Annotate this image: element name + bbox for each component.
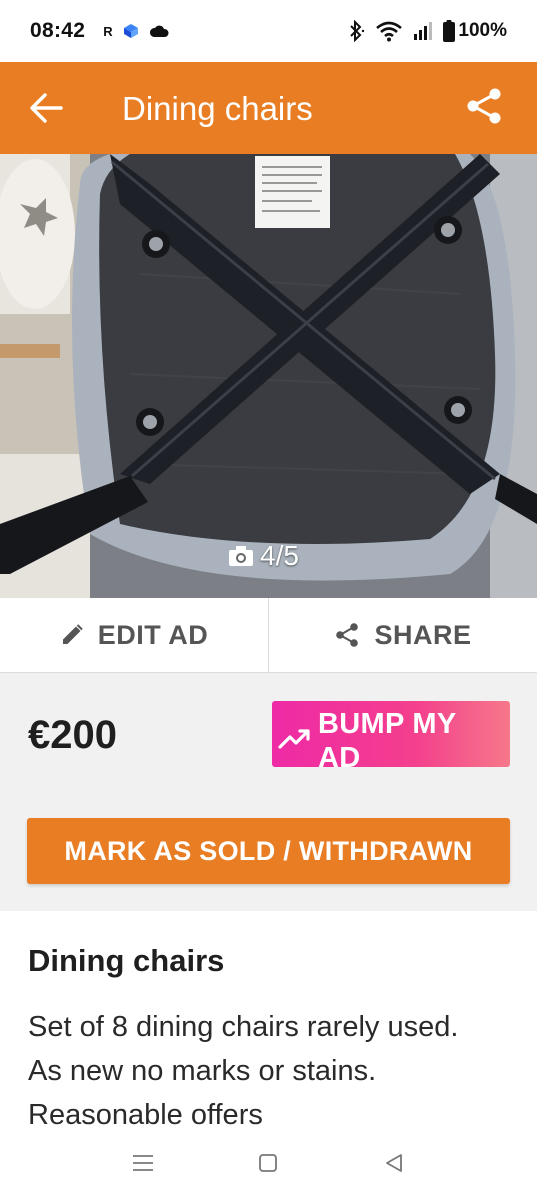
- menu-icon[interactable]: [128, 1148, 158, 1178]
- share-button[interactable]: SHARE: [268, 598, 537, 672]
- chair-underside-image: [0, 154, 537, 598]
- back-icon[interactable]: [379, 1148, 409, 1178]
- system-nav-bar: [0, 1126, 537, 1200]
- blue-cube-icon: [123, 24, 138, 38]
- price-section: €200 BUMP MY AD MARK AS SOLD / WITHDRAWN: [0, 673, 537, 911]
- wifi-icon: [376, 21, 403, 42]
- photo-counter-text: 4/5: [260, 540, 299, 571]
- status-time: 08:42: [30, 19, 86, 42]
- listing-photo[interactable]: 4/5: [0, 154, 537, 598]
- battery-level: 100%: [458, 20, 507, 41]
- share-icon[interactable]: [464, 86, 504, 126]
- edit-ad-button[interactable]: EDIT AD: [0, 598, 268, 672]
- description-section: Dining chairs Set of 8 dining chairs rar…: [0, 911, 537, 1126]
- camera-icon: [229, 546, 253, 566]
- listing-title: Dining chairs: [28, 943, 225, 978]
- signal-icon: [414, 22, 433, 40]
- listing-price: €200: [28, 713, 117, 757]
- share-label: SHARE: [374, 619, 472, 650]
- share-icon: [336, 623, 359, 647]
- app-bar: Dining chairs: [0, 62, 537, 154]
- cloud-icon: [149, 25, 169, 37]
- listing-description: Set of 8 dining chairs rarely used. As n…: [28, 1011, 459, 1126]
- mark-as-sold-button[interactable]: MARK AS SOLD / WITHDRAWN: [27, 818, 510, 884]
- status-bar: 08:42 R 100%: [0, 0, 537, 62]
- status-right: 100%: [347, 20, 507, 42]
- battery-indicator: 100%: [443, 20, 507, 42]
- page-title: Dining chairs: [122, 90, 313, 127]
- edit-ad-label: EDIT AD: [97, 619, 209, 650]
- bump-ad-button[interactable]: BUMP MY AD: [272, 701, 510, 767]
- bluetooth-icon: [350, 20, 365, 42]
- battery-icon: [443, 20, 456, 42]
- action-bar: EDIT AD SHARE: [0, 598, 537, 673]
- home-icon[interactable]: [253, 1148, 283, 1178]
- status-left: 08:42 R: [30, 19, 169, 43]
- photo-counter: 4/5: [228, 540, 299, 572]
- r-app-icon: R: [103, 23, 113, 39]
- back-arrow-icon[interactable]: [28, 90, 64, 126]
- trending-up-icon: [278, 729, 310, 749]
- bump-ad-label: BUMP MY AD: [318, 708, 456, 767]
- pencil-icon: [62, 624, 83, 644]
